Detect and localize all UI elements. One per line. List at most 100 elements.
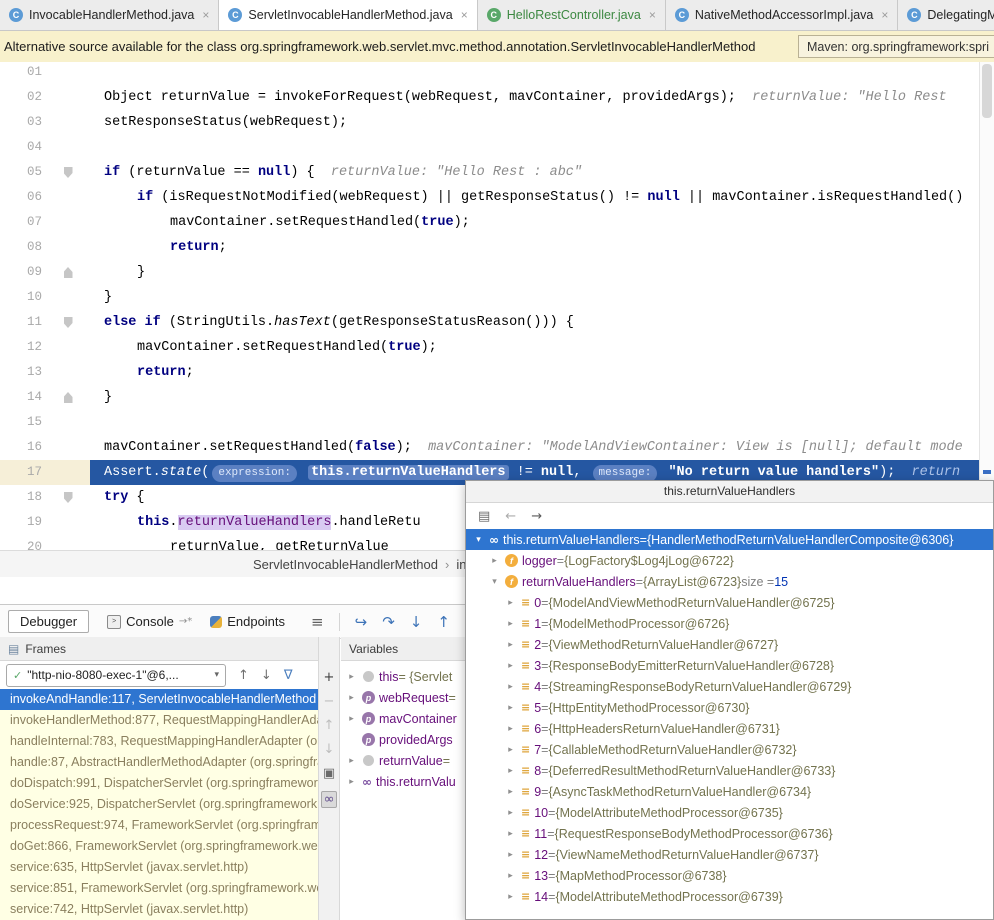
popup-tree-row[interactable]: ▸≡10 = {ModelAttributeMethodProcessor@67… [466,802,993,823]
code-text[interactable]: mavContainer.setRequestHandled(true); [90,210,994,235]
next-frame-icon[interactable]: ↓ [261,668,272,683]
popup-tree-row[interactable]: ▸≡12 = {ViewNameMethodReturnValueHandler… [466,844,993,865]
popup-tree-row[interactable]: ▸≡11 = {RequestResponseBodyMethodProcess… [466,823,993,844]
frame-row[interactable]: service:742, HttpServlet (javax.servlet.… [0,899,318,920]
editor-tab[interactable]: CInvocableHandlerMethod.java× [0,0,219,30]
popup-tree-row[interactable]: ▸≡0 = {ModelAndViewMethodReturnValueHand… [466,592,993,613]
line-number[interactable]: 10 [0,285,46,310]
gutter[interactable] [46,210,90,235]
expand-icon[interactable]: ▸ [504,618,517,629]
code-text[interactable]: Object returnValue = invokeForRequest(we… [90,85,994,110]
close-tab-icon[interactable]: × [881,8,888,22]
filter-icon[interactable]: ∇ [284,668,293,683]
add-watch-icon[interactable]: + [324,671,335,684]
code-editor[interactable]: 0102Object returnValue = invokeForReques… [0,62,994,550]
prev-frame-icon[interactable]: ↑ [238,668,249,683]
line-number[interactable]: 20 [0,535,46,550]
line-number[interactable]: 18 [0,485,46,510]
code-text[interactable]: if (returnValue == null) { returnValue: … [90,160,994,185]
gutter[interactable] [46,485,90,510]
expand-icon[interactable]: ▸ [504,849,517,860]
step-out-icon[interactable]: ↑ [437,613,450,631]
code-text[interactable]: mavContainer.setRequestHandled(true); [90,335,994,360]
gutter[interactable] [46,385,90,410]
gutter[interactable] [46,310,90,335]
frame-row[interactable]: service:635, HttpServlet (javax.servlet.… [0,857,318,878]
popup-tree-row[interactable]: ▾freturnValueHandlers = {ArrayList@6723}… [466,571,993,592]
frame-row[interactable]: doGet:866, FrameworkServlet (org.springf… [0,836,318,857]
gutter[interactable] [46,435,90,460]
editor-tab[interactable]: CHelloRestController.java× [478,0,666,30]
gutter[interactable] [46,85,90,110]
popup-tree-row[interactable]: ▸flogger = {LogFactory$Log4jLog@6722} [466,550,993,571]
forward-icon[interactable]: → [531,509,542,524]
tab-endpoints[interactable]: Endpoints [210,614,285,629]
gutter[interactable] [46,160,90,185]
scrollbar-thumb[interactable] [982,64,992,118]
thread-selector[interactable]: ✓ "http-nio-8080-exec-1"@6,... ▾ [6,664,226,687]
line-number[interactable]: 17 [0,460,46,485]
line-number[interactable]: 13 [0,360,46,385]
expand-icon[interactable]: ▸ [504,660,517,671]
close-tab-icon[interactable]: × [202,8,209,22]
line-number[interactable]: 09 [0,260,46,285]
code-text[interactable]: mavContainer.setRequestHandled(false); m… [90,435,994,460]
frame-row[interactable]: handleInternal:783, RequestMappingHandle… [0,731,318,752]
line-number[interactable]: 19 [0,510,46,535]
gutter[interactable] [46,335,90,360]
frame-row[interactable]: doDispatch:991, DispatcherServlet (org.s… [0,773,318,794]
expand-icon[interactable]: ▸ [504,681,517,692]
expand-icon[interactable]: ▸ [504,723,517,734]
gutter[interactable] [46,510,90,535]
expand-icon[interactable]: ▸ [345,776,358,787]
duplicate-watch-icon[interactable]: ▣ [323,767,335,780]
expand-icon[interactable]: ▸ [504,786,517,797]
popup-tree-row[interactable]: ▸≡5 = {HttpEntityMethodProcessor@6730} [466,697,993,718]
line-number[interactable]: 14 [0,385,46,410]
code-text[interactable]: setResponseStatus(webRequest); [90,110,994,135]
line-number[interactable]: 16 [0,435,46,460]
gutter[interactable] [46,185,90,210]
back-icon[interactable]: ← [505,509,516,524]
code-text[interactable]: } [90,385,994,410]
frame-row[interactable]: service:851, FrameworkServlet (org.sprin… [0,878,318,899]
menu-icon[interactable]: ≡ [311,613,324,631]
expand-icon[interactable]: ▸ [504,870,517,881]
expand-icon[interactable]: ▸ [504,639,517,650]
expand-icon[interactable]: ▸ [504,744,517,755]
move-watch-down-icon[interactable]: ↓ [324,743,335,756]
line-number[interactable]: 08 [0,235,46,260]
editor-tab[interactable]: CServletInvocableHandlerMethod.java× [219,0,477,30]
code-text[interactable]: } [90,285,994,310]
popup-tree-row[interactable]: ▸≡6 = {HttpHeadersReturnValueHandler@673… [466,718,993,739]
fold-down-icon[interactable] [64,492,73,503]
breadcrumb-class[interactable]: ServletInvocableHandlerMethod [253,557,438,572]
gutter[interactable] [46,62,90,85]
expand-icon[interactable]: ▸ [504,765,517,776]
fold-up-icon[interactable] [64,267,73,278]
frame-row[interactable]: handle:87, AbstractHandlerMethodAdapter … [0,752,318,773]
editor-tab[interactable]: CDelegatingMe× [898,0,994,30]
gutter[interactable] [46,285,90,310]
step-over-icon[interactable]: ↷ [382,613,395,631]
line-number[interactable]: 04 [0,135,46,160]
close-tab-icon[interactable]: × [649,8,656,22]
expand-icon[interactable]: ▸ [504,807,517,818]
code-text[interactable]: else if (StringUtils.hasText(getResponse… [90,310,994,335]
popup-tree-row[interactable]: ▸≡2 = {ViewMethodReturnValueHandler@6727… [466,634,993,655]
move-watch-up-icon[interactable]: ↑ [324,719,335,732]
step-into-icon[interactable]: ↓ [410,613,423,631]
expand-icon[interactable]: ▸ [345,692,358,703]
expand-icon[interactable]: ▸ [504,828,517,839]
popup-tree-row[interactable]: ▸≡1 = {ModelMethodProcessor@6726} [466,613,993,634]
gutter[interactable] [46,235,90,260]
tab-console[interactable]: > Console →* [107,614,192,629]
editor-tab[interactable]: CNativeMethodAccessorImpl.java× [666,0,899,30]
tab-debugger[interactable]: Debugger [8,610,89,633]
gutter[interactable] [46,460,90,485]
popup-tree-row[interactable]: ▸≡14 = {ModelAttributeMethodProcessor@67… [466,886,993,907]
fold-down-icon[interactable] [64,317,73,328]
gutter[interactable] [46,110,90,135]
fold-up-icon[interactable] [64,392,73,403]
frame-row[interactable]: invokeAndHandle:117, ServletInvocableHan… [0,689,318,710]
